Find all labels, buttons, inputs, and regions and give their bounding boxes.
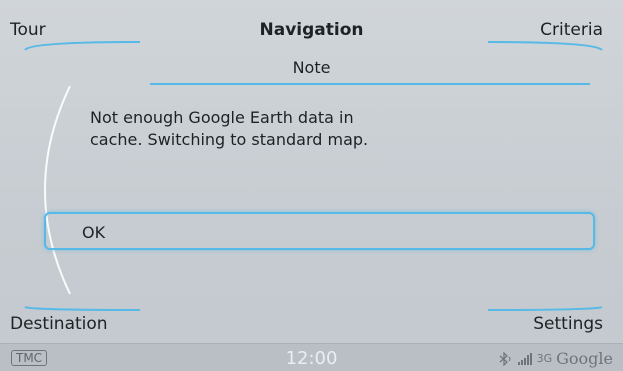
- bluetooth-icon: [499, 351, 511, 366]
- dialog-title: Note: [292, 58, 331, 77]
- ok-button[interactable]: OK: [44, 212, 595, 250]
- signal-strength-icon: [517, 352, 532, 365]
- dialog-message: Not enough Google Earth data in cache. S…: [90, 107, 450, 151]
- google-logo: Google: [556, 349, 613, 368]
- ok-button-label: OK: [82, 223, 106, 242]
- dialog-message-line: Not enough Google Earth data in: [90, 108, 354, 127]
- destination-arc-decor: [24, 306, 141, 311]
- status-icons: 3G Google: [497, 349, 613, 368]
- destination-softkey[interactable]: Destination: [10, 314, 108, 334]
- tour-arc-decor: [24, 41, 141, 51]
- settings-softkey[interactable]: Settings: [533, 314, 603, 334]
- status-bar: TMC 12:00 3G Google: [0, 343, 623, 371]
- page-title: Navigation: [259, 20, 364, 40]
- criteria-arc-decor: [487, 41, 603, 51]
- settings-arc-decor: [487, 306, 603, 311]
- 3g-icon: 3G: [536, 352, 553, 365]
- criteria-softkey[interactable]: Criteria: [540, 20, 603, 40]
- dialog-message-line: cache. Switching to standard map.: [90, 130, 369, 149]
- navigation-screen: Tour Navigation Criteria Note Not enough…: [0, 0, 623, 371]
- dialog-left-arc: [44, 85, 71, 295]
